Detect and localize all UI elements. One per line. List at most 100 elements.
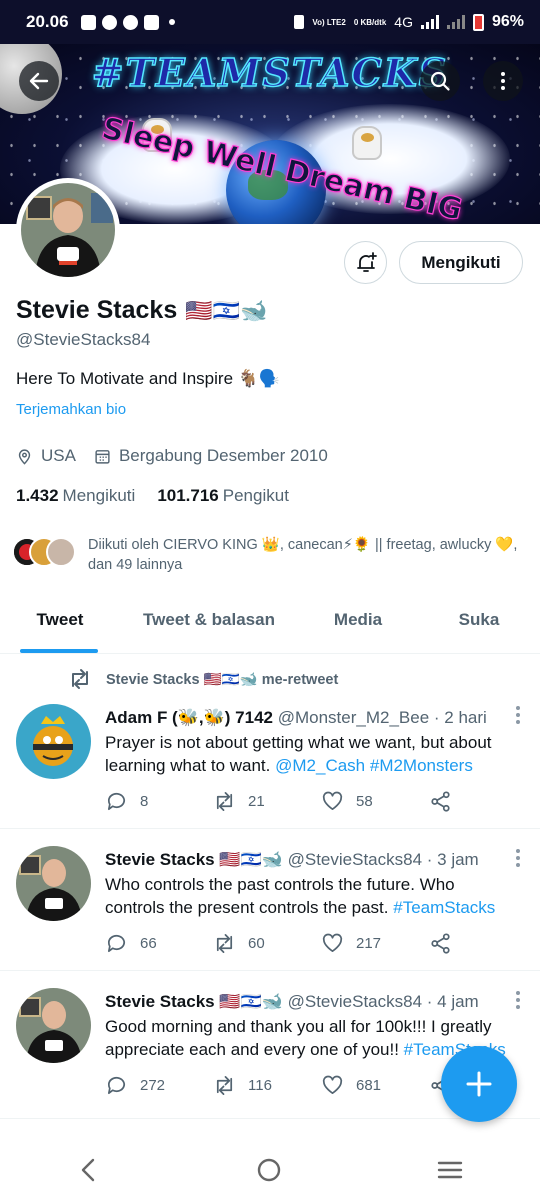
tweet-text-line-2-body: learning what to want. xyxy=(105,756,271,775)
tweet-links[interactable]: @M2_Cash #M2Monsters xyxy=(275,756,473,775)
tweet-text: Who controls the past controls the futur… xyxy=(105,873,525,919)
retweet-icon xyxy=(216,934,233,953)
like-button[interactable]: 58 xyxy=(321,790,429,813)
search-button[interactable] xyxy=(420,61,460,101)
tweet-text-line-2-body: appreciate each and every one of you!! xyxy=(105,1040,399,1059)
tweet-author-avatar[interactable] xyxy=(16,846,91,921)
profile-avatar[interactable] xyxy=(16,178,120,282)
app-notification-icon xyxy=(80,14,96,30)
tweet-author-name[interactable]: Stevie Stacks 🇺🇸🇮🇱🐋 xyxy=(105,850,283,869)
signal-icon xyxy=(420,15,439,29)
tweet-author-name[interactable]: Stevie Stacks 🇺🇸🇮🇱🐋 xyxy=(105,992,283,1011)
followers-count-link[interactable]: 101.716 Pengikut xyxy=(157,486,289,506)
tab-tweets-replies[interactable]: Tweet & balasan xyxy=(120,600,298,653)
profile-bio: Here To Motivate and Inspire 🐐🗣️ xyxy=(16,369,281,388)
profile-meta: USA Bergabung Desember 2010 xyxy=(16,446,328,466)
tweet-actions: 66 60 217 xyxy=(105,932,537,955)
tweet-time: · 2 hari xyxy=(433,708,487,727)
volte-label: Vo) LTE2 xyxy=(312,17,346,27)
tab-tweets[interactable]: Tweet xyxy=(0,600,120,653)
like-count: 58 xyxy=(356,793,373,810)
retweet-icon xyxy=(216,1076,233,1095)
tweet-more-button[interactable] xyxy=(516,849,520,870)
notification-icons xyxy=(80,14,175,30)
search-icon xyxy=(430,71,450,91)
battery-percent: 96% xyxy=(491,13,524,30)
tweet-text-line-2: learning what to want. @M2_Cash #M2Monst… xyxy=(105,754,525,777)
tweet-author-name[interactable]: Adam F (🐝,🐝) 7142 xyxy=(105,708,273,727)
tweet-more-button[interactable] xyxy=(516,991,520,1012)
tweet-links[interactable]: #TeamStacks xyxy=(393,898,495,917)
tweet-author-handle: @StevieStacks84 xyxy=(287,992,423,1011)
retweet-count: 60 xyxy=(248,935,265,952)
tweet-header: Adam F (🐝,🐝) 7142 @Monster_M2_Bee · 2 ha… xyxy=(105,708,487,728)
more-options-button[interactable] xyxy=(483,61,523,101)
retweet-button[interactable]: 60 xyxy=(213,932,321,955)
retweet-button[interactable]: 21 xyxy=(213,790,321,813)
tweet-time: · 4 jam xyxy=(426,992,479,1011)
more-notifications-dot xyxy=(168,19,175,25)
nav-back-icon[interactable] xyxy=(77,1157,101,1183)
reply-icon xyxy=(107,1076,126,1095)
following-label: Mengikuti xyxy=(62,486,136,505)
like-count: 217 xyxy=(356,935,382,952)
tweet-text-line-2: controls the present controls the past. … xyxy=(105,896,525,919)
tweet-item[interactable]: Adam F (🐝,🐝) 7142 @Monster_M2_Bee · 2 ha… xyxy=(0,656,540,829)
followers-you-know[interactable]: Diikuti oleh CIERVO KING 👑, canecan⚡🌻 ||… xyxy=(12,535,528,575)
share-icon xyxy=(431,791,450,812)
tweet-item[interactable]: Stevie Stacks 🇺🇸🇮🇱🐋 @StevieStacks84 · 3 … xyxy=(0,829,540,971)
follower-avatar-3 xyxy=(46,537,76,567)
reply-count: 8 xyxy=(140,793,149,810)
following-count-link[interactable]: 1.432 Mengikuti xyxy=(16,486,135,506)
compose-tweet-button[interactable] xyxy=(441,1046,517,1122)
tweet-author-handle: @StevieStacks84 xyxy=(287,850,423,869)
translate-bio-link[interactable]: Terjemahkan bio xyxy=(16,401,126,418)
profile-name-text: Stevie Stacks xyxy=(16,296,178,324)
profile-photo xyxy=(16,988,91,1063)
nav-recents-icon[interactable] xyxy=(437,1158,463,1182)
reply-button[interactable]: 8 xyxy=(105,790,213,813)
profile-name-emojis: 🇺🇸🇮🇱🐋 xyxy=(185,297,268,323)
followers-you-know-text: Diikuti oleh CIERVO KING 👑, canecan⚡🌻 ||… xyxy=(88,537,518,573)
profile-name: Stevie Stacks 🇺🇸🇮🇱🐋 xyxy=(16,296,267,325)
reply-count: 66 xyxy=(140,935,157,952)
status-right: Vo) LTE2 0 KB/dtk 4G 96% xyxy=(294,13,524,31)
heart-icon xyxy=(322,1075,343,1095)
tweet-author-avatar[interactable] xyxy=(16,704,91,779)
bell-plus-icon xyxy=(356,251,377,272)
like-button[interactable]: 217 xyxy=(321,932,429,955)
calendar-icon xyxy=(95,449,110,464)
profile-joined: Bergabung Desember 2010 xyxy=(118,446,328,465)
like-button[interactable]: 681 xyxy=(321,1074,429,1097)
tweet-more-button[interactable] xyxy=(516,706,520,727)
retweet-button[interactable]: 116 xyxy=(213,1074,321,1097)
followers-you-know-avatars xyxy=(12,535,78,571)
status-bar: 20.06 Vo) LTE2 0 KB/dtk 4G 96% xyxy=(0,0,540,44)
reply-button[interactable]: 272 xyxy=(105,1074,213,1097)
signal-2-icon xyxy=(446,15,465,29)
profile-photo xyxy=(16,846,91,921)
facebook-icon xyxy=(101,14,117,30)
status-time: 20.06 xyxy=(26,12,69,31)
followers-count: 101.716 xyxy=(157,486,219,505)
tab-media[interactable]: Media xyxy=(298,600,418,653)
banner-astronaut-right xyxy=(352,126,382,160)
profile-photo xyxy=(21,183,115,277)
share-button[interactable] xyxy=(429,932,537,955)
profile-tabs: Tweet Tweet & balasan Media Suka xyxy=(0,600,540,654)
back-button[interactable] xyxy=(19,61,59,101)
nav-home-icon[interactable] xyxy=(256,1157,282,1183)
notification-bell-button[interactable] xyxy=(344,241,387,284)
tweet-author-avatar[interactable] xyxy=(16,988,91,1063)
retweet-icon xyxy=(216,792,233,811)
heart-icon xyxy=(322,933,343,953)
tweet-text-line-1: Who controls the past controls the futur… xyxy=(105,875,455,894)
retweet-count: 21 xyxy=(248,793,265,810)
reply-button[interactable]: 66 xyxy=(105,932,213,955)
share-button[interactable] xyxy=(429,790,537,813)
tab-likes[interactable]: Suka xyxy=(418,600,540,653)
tweet-header: Stevie Stacks 🇺🇸🇮🇱🐋 @StevieStacks84 · 4 … xyxy=(105,992,479,1012)
tweet-header: Stevie Stacks 🇺🇸🇮🇱🐋 @StevieStacks84 · 3 … xyxy=(105,850,479,870)
following-button[interactable]: Mengikuti xyxy=(399,241,523,284)
network-type: 4G xyxy=(394,14,413,30)
